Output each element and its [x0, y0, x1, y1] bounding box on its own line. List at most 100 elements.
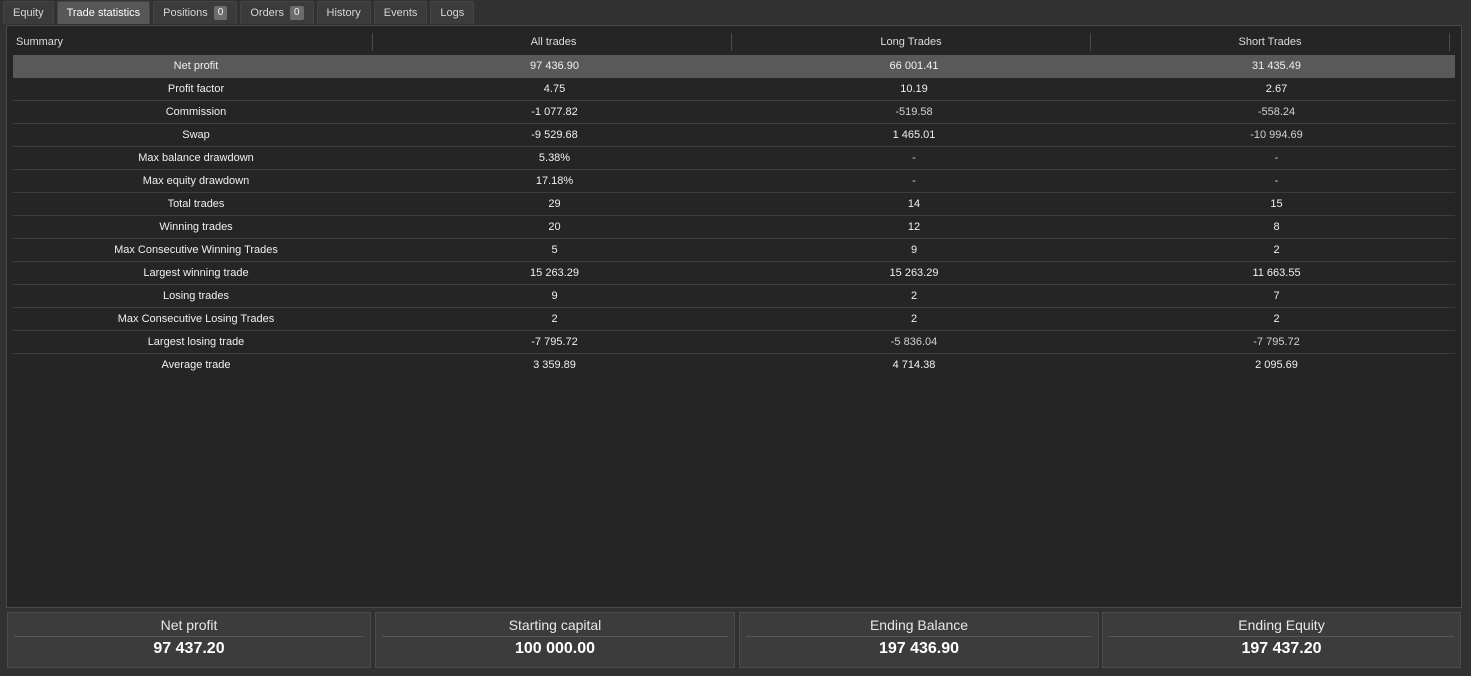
all-trades-value: 20 — [548, 221, 561, 233]
metric-name: Max equity drawdown — [142, 175, 250, 187]
table-row[interactable]: Max equity drawdown 17.18% - - — [13, 170, 1455, 193]
metric-name: Max Consecutive Losing Trades — [117, 313, 275, 325]
column-header-all-trades[interactable]: All trades — [373, 33, 734, 51]
statistics-panel: Summary All trades Long Trades Short Tra… — [6, 25, 1462, 608]
table-row[interactable]: Profit factor 4.75 10.19 2.67 — [13, 78, 1455, 101]
long-trades-value: -5 836.04 — [890, 336, 938, 348]
table-row[interactable]: Swap -9 529.68 1 465.01 -10 994.69 — [13, 124, 1455, 147]
positions-count-badge: 0 — [213, 6, 228, 20]
tab-trade-statistics[interactable]: Trade statistics — [56, 1, 151, 24]
tab-label: Positions — [163, 7, 208, 19]
short-trades-value: -558.24 — [1257, 106, 1296, 118]
metric-name: Max Consecutive Winning Trades — [114, 244, 278, 256]
long-trades-value: - — [912, 175, 916, 187]
table-row[interactable]: Average trade 3 359.89 4 714.38 2 095.69 — [13, 354, 1455, 377]
table-row[interactable]: Winning trades 20 12 8 — [13, 216, 1455, 239]
long-trades-value: 2 — [910, 290, 918, 302]
all-trades-value: 97 436.90 — [530, 60, 579, 72]
metric-name: Largest losing trade — [147, 336, 245, 348]
short-trades-value: 2 — [1273, 313, 1280, 325]
tab-equity[interactable]: Equity — [3, 1, 54, 24]
all-trades-value: -9 529.68 — [531, 129, 578, 141]
tab-label: Orders — [250, 7, 284, 19]
long-trades-value: 12 — [907, 221, 921, 233]
metric-name: Swap — [182, 129, 210, 141]
all-trades-value: 29 — [548, 198, 561, 210]
all-trades-value: 5.38% — [538, 152, 571, 164]
all-trades-value: -7 795.72 — [531, 336, 578, 348]
tab-label: Logs — [440, 7, 465, 19]
column-divider[interactable] — [1449, 33, 1450, 51]
tab-events[interactable]: Events — [373, 1, 428, 24]
card-value: 100 000.00 — [514, 640, 596, 657]
short-trades-value: 8 — [1273, 221, 1280, 233]
long-trades-value: 2 — [910, 313, 918, 325]
short-trades-value: 11 663.55 — [1252, 267, 1301, 279]
table-row[interactable]: Commission -1 077.82 -519.58 -558.24 — [13, 101, 1455, 124]
column-header-summary[interactable]: Summary — [16, 33, 63, 51]
short-trades-value: 2 — [1273, 244, 1280, 256]
tab-label: Trade statistics — [66, 7, 141, 19]
card-label: Starting capital — [382, 617, 728, 637]
trade-statistics-window: { "tabs": [ {"label": "Equity"}, {"label… — [0, 0, 1471, 676]
table-row[interactable]: Losing trades 9 2 7 — [13, 285, 1455, 308]
short-trades-value: -7 795.72 — [1253, 336, 1300, 348]
short-trades-value: 31 435.49 — [1252, 60, 1301, 72]
card-label: Ending Balance — [746, 617, 1092, 637]
metric-name: Winning trades — [159, 221, 233, 233]
table-row[interactable]: Total trades 29 14 15 — [13, 193, 1455, 216]
long-trades-value: 15 263.29 — [889, 267, 939, 279]
table-row[interactable]: Largest winning trade 15 263.29 15 263.2… — [13, 262, 1455, 285]
ending-equity-card: Ending Equity 197 437.20 — [1102, 612, 1461, 668]
short-trades-value: - — [1274, 152, 1279, 164]
long-trades-value: - — [912, 152, 916, 164]
metric-name: Max balance drawdown — [138, 152, 254, 164]
table-row[interactable]: Max Consecutive Losing Trades 2 2 2 — [13, 308, 1455, 331]
long-trades-value: 66 001.41 — [889, 60, 939, 72]
metric-name: Average trade — [161, 359, 231, 371]
all-trades-value: 15 263.29 — [530, 267, 579, 279]
tab-positions[interactable]: Positions 0 — [153, 1, 238, 24]
short-trades-value: -10 994.69 — [1250, 129, 1303, 141]
table-row[interactable]: Max Consecutive Winning Trades 5 9 2 — [13, 239, 1455, 262]
tab-logs[interactable]: Logs — [430, 1, 475, 24]
column-header-short-trades[interactable]: Short Trades — [1091, 33, 1449, 51]
short-trades-value: 2 095.69 — [1255, 359, 1298, 371]
short-trades-value: - — [1274, 175, 1279, 187]
long-trades-value: 4 714.38 — [892, 359, 936, 371]
long-trades-value: -519.58 — [895, 106, 933, 118]
column-header-long-trades[interactable]: Long Trades — [732, 33, 1090, 51]
card-value: 197 436.90 — [878, 640, 960, 657]
card-value: 197 437.20 — [1241, 640, 1322, 657]
metric-name: Profit factor — [167, 83, 225, 95]
all-trades-value: 5 — [551, 244, 558, 256]
short-trades-value: 2.67 — [1265, 83, 1288, 95]
table-header: Summary All trades Long Trades Short Tra… — [7, 33, 1461, 51]
card-label: Net profit — [14, 617, 364, 637]
metric-name: Total trades — [167, 198, 225, 210]
tab-history[interactable]: History — [316, 1, 371, 24]
card-label: Ending Equity — [1109, 617, 1454, 637]
table-row[interactable]: Max balance drawdown 5.38% - - — [13, 147, 1455, 170]
long-trades-value: 9 — [910, 244, 918, 256]
metric-name: Commission — [165, 106, 227, 118]
tab-bar: Equity Trade statistics Positions 0 Orde… — [0, 0, 1471, 24]
table-row[interactable]: Net profit 97 436.90 66 001.41 31 435.49 — [13, 55, 1455, 78]
metric-name: Largest winning trade — [143, 267, 249, 279]
all-trades-value: 9 — [551, 290, 558, 302]
starting-capital-card: Starting capital 100 000.00 — [375, 612, 735, 668]
net-profit-card: Net profit 97 437.20 — [7, 612, 371, 668]
table-row[interactable]: Largest losing trade -7 795.72 -5 836.04… — [13, 331, 1455, 354]
all-trades-value: 4.75 — [543, 83, 566, 95]
card-value: 97 437.20 — [153, 640, 225, 657]
orders-count-badge: 0 — [289, 6, 304, 20]
long-trades-value: 10.19 — [900, 83, 928, 95]
table-body: Net profit 97 436.90 66 001.41 31 435.49… — [13, 55, 1455, 377]
all-trades-value: 3 359.89 — [533, 359, 576, 371]
tab-label: History — [326, 7, 361, 19]
all-trades-value: 17.18% — [535, 175, 574, 187]
metric-name: Net profit — [173, 60, 219, 72]
short-trades-value: 7 — [1273, 290, 1280, 302]
tab-label: Events — [383, 7, 418, 19]
tab-orders[interactable]: Orders 0 — [240, 1, 314, 24]
